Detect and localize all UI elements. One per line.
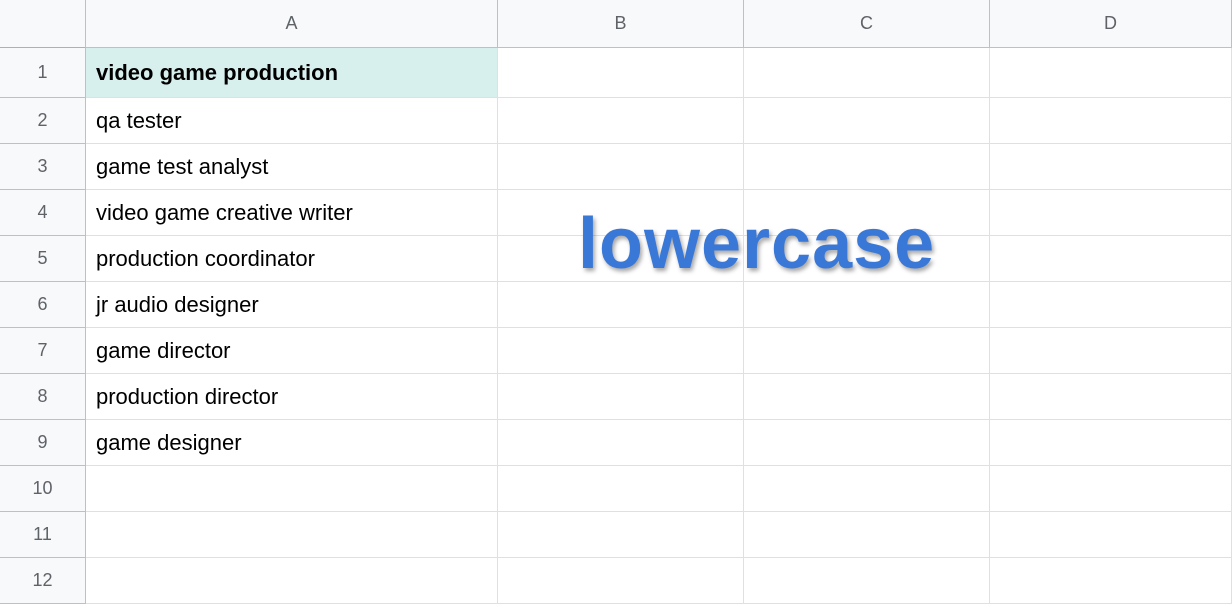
cell-c7[interactable] (744, 328, 990, 374)
row-8: 8 production director (0, 374, 1232, 420)
cell-a7[interactable]: game director (86, 328, 498, 374)
spreadsheet-grid: A B C D 1 video game production 2 qa tes… (0, 0, 1232, 608)
row-1: 1 video game production (0, 48, 1232, 98)
cell-c1[interactable] (744, 48, 990, 98)
cell-a3[interactable]: game test analyst (86, 144, 498, 190)
cell-c10[interactable] (744, 466, 990, 512)
cell-d2[interactable] (990, 98, 1232, 144)
cell-c4[interactable] (744, 190, 990, 236)
cell-d4[interactable] (990, 190, 1232, 236)
row-5: 5 production coordinator (0, 236, 1232, 282)
row-3: 3 game test analyst (0, 144, 1232, 190)
cell-a11[interactable] (86, 512, 498, 558)
column-header-a[interactable]: A (86, 0, 498, 47)
row-2: 2 qa tester (0, 98, 1232, 144)
cell-a8[interactable]: production director (86, 374, 498, 420)
cell-c3[interactable] (744, 144, 990, 190)
row-9: 9 game designer (0, 420, 1232, 466)
cell-c2[interactable] (744, 98, 990, 144)
row-header-4[interactable]: 4 (0, 190, 86, 236)
row-header-1[interactable]: 1 (0, 48, 86, 98)
column-header-c[interactable]: C (744, 0, 990, 47)
row-10: 10 (0, 466, 1232, 512)
grid-body: 1 video game production 2 qa tester 3 ga… (0, 48, 1232, 604)
cell-c8[interactable] (744, 374, 990, 420)
cell-d7[interactable] (990, 328, 1232, 374)
cell-b11[interactable] (498, 512, 744, 558)
row-7: 7 game director (0, 328, 1232, 374)
cell-a10[interactable] (86, 466, 498, 512)
row-header-7[interactable]: 7 (0, 328, 86, 374)
cell-a9[interactable]: game designer (86, 420, 498, 466)
row-11: 11 (0, 512, 1232, 558)
row-header-11[interactable]: 11 (0, 512, 86, 558)
row-4: 4 video game creative writer (0, 190, 1232, 236)
column-header-b[interactable]: B (498, 0, 744, 47)
row-6: 6 jr audio designer (0, 282, 1232, 328)
row-12: 12 (0, 558, 1232, 604)
row-header-12[interactable]: 12 (0, 558, 86, 604)
column-header-d[interactable]: D (990, 0, 1232, 47)
cell-a1[interactable]: video game production (86, 48, 498, 98)
row-header-2[interactable]: 2 (0, 98, 86, 144)
row-header-6[interactable]: 6 (0, 282, 86, 328)
row-header-3[interactable]: 3 (0, 144, 86, 190)
cell-d9[interactable] (990, 420, 1232, 466)
cell-d11[interactable] (990, 512, 1232, 558)
cell-a5[interactable]: production coordinator (86, 236, 498, 282)
cell-c5[interactable] (744, 236, 990, 282)
row-header-5[interactable]: 5 (0, 236, 86, 282)
cell-a12[interactable] (86, 558, 498, 604)
cell-b4[interactable] (498, 190, 744, 236)
cell-d1[interactable] (990, 48, 1232, 98)
cell-a2[interactable]: qa tester (86, 98, 498, 144)
cell-b12[interactable] (498, 558, 744, 604)
cell-b9[interactable] (498, 420, 744, 466)
cell-b3[interactable] (498, 144, 744, 190)
cell-c6[interactable] (744, 282, 990, 328)
cell-b8[interactable] (498, 374, 744, 420)
cell-d10[interactable] (990, 466, 1232, 512)
cell-a6[interactable]: jr audio designer (86, 282, 498, 328)
row-header-10[interactable]: 10 (0, 466, 86, 512)
cell-b2[interactable] (498, 98, 744, 144)
cell-d8[interactable] (990, 374, 1232, 420)
cell-b7[interactable] (498, 328, 744, 374)
cell-d5[interactable] (990, 236, 1232, 282)
column-header-row: A B C D (0, 0, 1232, 48)
cell-b10[interactable] (498, 466, 744, 512)
cell-c9[interactable] (744, 420, 990, 466)
cell-b5[interactable] (498, 236, 744, 282)
cell-a4[interactable]: video game creative writer (86, 190, 498, 236)
cell-d12[interactable] (990, 558, 1232, 604)
cell-c12[interactable] (744, 558, 990, 604)
cell-d3[interactable] (990, 144, 1232, 190)
cell-d6[interactable] (990, 282, 1232, 328)
cell-b1[interactable] (498, 48, 744, 98)
row-header-9[interactable]: 9 (0, 420, 86, 466)
cell-c11[interactable] (744, 512, 990, 558)
cell-b6[interactable] (498, 282, 744, 328)
select-all-corner[interactable] (0, 0, 86, 51)
row-header-8[interactable]: 8 (0, 374, 86, 420)
